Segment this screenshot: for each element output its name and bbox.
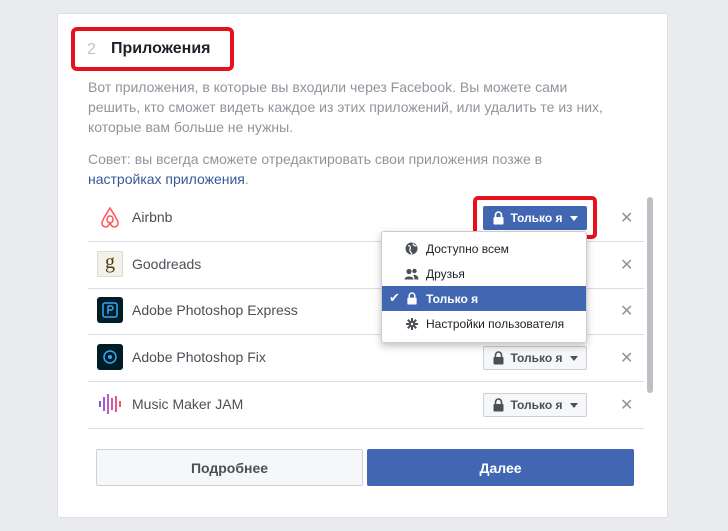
section-title: Приложения [111,40,211,57]
remove-app-button[interactable]: ✕ [620,301,633,321]
step-number: 2 [87,41,96,58]
lock-icon [493,398,504,412]
privacy-dropdown-menu: Доступно всем Друзья ✔ Только я Настройк… [381,231,587,343]
music-maker-jam-logo [97,391,123,417]
more-button[interactable]: Подробнее [96,449,363,486]
privacy-dropdown-button[interactable]: Только я [483,393,587,417]
privacy-dropdown-button[interactable]: Только я [483,346,587,370]
lock-icon [493,351,504,365]
scrollbar[interactable] [647,197,653,393]
menu-item-label: Друзья [426,266,465,281]
privacy-label: Только я [510,398,563,412]
chevron-down-icon [569,402,578,408]
goodreads-logo: g [97,251,123,277]
chevron-down-icon [569,355,578,361]
app-name: Airbnb [132,209,173,225]
gear-icon [404,316,419,331]
app-name: Music Maker JAM [132,396,244,412]
app-name: Adobe Photoshop Fix [132,349,266,365]
privacy-label: Только я [510,351,563,365]
next-button[interactable]: Далее [367,449,634,486]
app-row-music-maker-jam: Music Maker JAM Только я ✕ [88,382,644,429]
globe-icon [404,241,419,256]
photoshop-express-logo [97,297,123,323]
section-description: Вот приложения, в которые вы входили чер… [88,79,603,135]
airbnb-logo [97,204,123,230]
tip-text: Совет: вы всегда сможете отредактировать… [88,149,618,189]
app-name: Goodreads [132,256,202,272]
lock-icon [404,291,419,306]
menu-item-friends[interactable]: Друзья [382,261,586,286]
photoshop-fix-logo [97,344,123,370]
remove-app-button[interactable]: ✕ [620,255,633,275]
menu-item-custom[interactable]: Настройки пользователя [382,311,586,336]
menu-item-label: Настройки пользователя [426,316,565,331]
app-settings-link[interactable]: настройках приложения [88,171,245,187]
menu-item-only-me[interactable]: ✔ Только я [382,286,586,311]
menu-item-label: Доступно всем [426,241,509,256]
remove-app-button[interactable]: ✕ [620,395,633,415]
tip-prefix: Совет: вы всегда сможете отредактировать… [88,151,543,167]
menu-item-label: Только я [426,291,479,306]
friends-icon [404,266,419,281]
menu-item-public[interactable]: Доступно всем [382,236,586,261]
app-name: Adobe Photoshop Express [132,302,298,318]
tip-suffix: . [244,171,249,187]
remove-app-button[interactable]: ✕ [620,208,633,228]
checkmark-icon: ✔ [389,290,400,305]
remove-app-button[interactable]: ✕ [620,348,633,368]
